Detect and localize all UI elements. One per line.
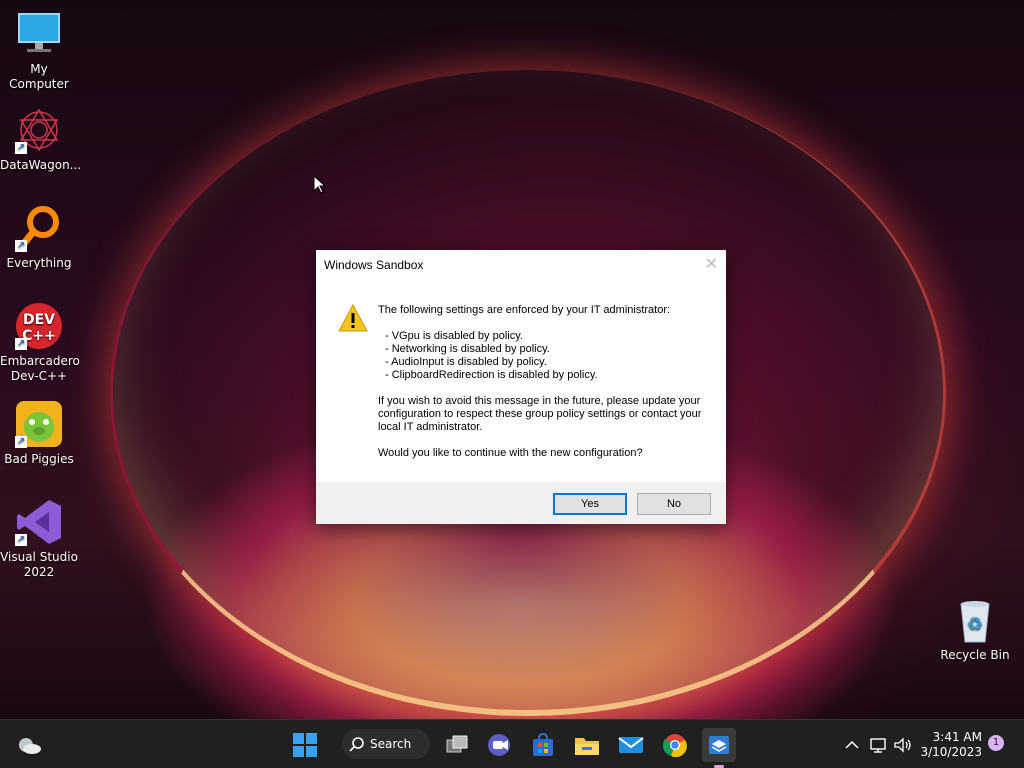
- teams-chat-icon[interactable]: [483, 728, 517, 762]
- search-label: Search: [370, 737, 412, 751]
- visual-studio-icon: ↗: [15, 498, 63, 546]
- policy-item: - ClipboardRedirection is disabled by po…: [385, 369, 598, 381]
- close-icon[interactable]: ✕: [705, 254, 718, 274]
- svg-text:♻: ♻: [967, 614, 983, 635]
- yes-button[interactable]: Yes: [553, 493, 627, 515]
- chrome-icon[interactable]: [658, 728, 692, 762]
- desktop-icon-label: Recycle Bin: [940, 648, 1010, 662]
- taskbar-search[interactable]: Search: [342, 729, 430, 759]
- desktop-icon-label: DataWagon...: [0, 158, 82, 172]
- volume-icon[interactable]: [886, 728, 920, 762]
- monitor-icon: [15, 10, 63, 58]
- desktop-icon-recycle-bin[interactable]: ♻ Recycle Bin: [936, 596, 1014, 663]
- shortcut-arrow-icon: ↗: [15, 338, 27, 350]
- windows-sandbox-taskbar-icon[interactable]: [702, 728, 736, 768]
- clock-time: 3:41 AM: [932, 730, 982, 744]
- desktop-icon-label: Everything: [6, 256, 72, 270]
- dialog-paragraph: If you wish to avoid this message in the…: [378, 395, 702, 433]
- no-button[interactable]: No: [637, 493, 711, 515]
- desktop-icon-bad-piggies[interactable]: ↗ Bad Piggies: [0, 400, 78, 467]
- task-view-icon[interactable]: [440, 728, 474, 762]
- mouse-cursor-icon: [313, 175, 327, 194]
- dialog-message: The following settings are enforced by y…: [378, 304, 708, 473]
- file-explorer-icon[interactable]: [570, 728, 604, 762]
- recycle-bin-icon: ♻: [951, 596, 999, 644]
- clock-date: 3/10/2023: [920, 745, 982, 759]
- svg-text:C++: C++: [22, 328, 56, 344]
- microsoft-store-icon[interactable]: [526, 728, 560, 762]
- shortcut-arrow-icon: ↗: [15, 240, 27, 252]
- sandbox-dialog: Windows Sandbox ✕ The following settings…: [316, 250, 726, 524]
- search-icon: [349, 737, 364, 752]
- desktop-icon-datawagon[interactable]: ↗ DataWagon...: [0, 106, 82, 173]
- devcpp-icon: DEV C++ ↗: [15, 302, 63, 350]
- shortcut-arrow-icon: ↗: [15, 534, 27, 546]
- windows-logo-icon: [293, 733, 317, 757]
- desktop-icon-label: Embarcadero Dev-C++: [0, 354, 80, 383]
- dialog-heading: The following settings are enforced by y…: [378, 304, 671, 316]
- desktop-icon-visual-studio[interactable]: ↗ Visual Studio 2022: [0, 498, 78, 580]
- policy-item: - Networking is disabled by policy.: [385, 343, 550, 355]
- policy-list: - VGpu is disabled by policy. - Networki…: [385, 330, 708, 382]
- policy-item: - VGpu is disabled by policy.: [385, 330, 523, 342]
- mail-icon[interactable]: [614, 728, 648, 762]
- notification-badge[interactable]: 1: [988, 735, 1004, 751]
- desktop-icon-label: My Computer: [9, 62, 69, 91]
- policy-item: - AudioInput is disabled by policy.: [385, 356, 547, 368]
- desktop-icon-everything[interactable]: ↗ Everything: [0, 204, 78, 271]
- warning-icon: [338, 303, 368, 335]
- taskbar-clock[interactable]: 3:41 AM 3/10/2023: [918, 730, 982, 760]
- shortcut-arrow-icon: ↗: [15, 436, 27, 448]
- svg-text:DEV: DEV: [23, 312, 55, 328]
- desktop-icon-devcpp[interactable]: DEV C++ ↗ Embarcadero Dev-C++: [0, 302, 80, 384]
- weather-icon[interactable]: [12, 728, 46, 762]
- desktop-icon-label: Bad Piggies: [4, 452, 74, 466]
- desktop-icon-label: Visual Studio 2022: [0, 550, 78, 579]
- dialog-question: Would you like to continue with the new …: [378, 447, 643, 459]
- desktop-icon-my-computer[interactable]: My Computer: [0, 10, 78, 92]
- bad-piggies-icon: ↗: [15, 400, 63, 448]
- datawagon-icon: ↗: [15, 106, 63, 154]
- start-button[interactable]: [288, 728, 322, 762]
- shortcut-arrow-icon: ↗: [15, 142, 27, 154]
- dialog-footer: Yes No: [316, 482, 726, 524]
- taskbar: Search 3:41 AM 3/10/2023 1: [0, 719, 1024, 768]
- dialog-title: Windows Sandbox: [324, 258, 424, 272]
- search-magnifier-icon: ↗: [15, 204, 63, 252]
